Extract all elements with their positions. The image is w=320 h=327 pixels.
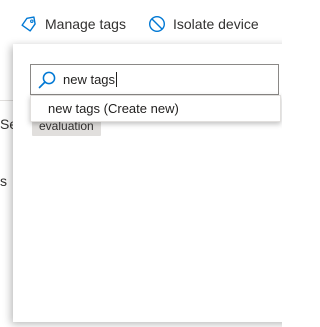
search-icon bbox=[37, 70, 57, 90]
manage-tags-panel: new tags evaluation new tags (Create new… bbox=[13, 44, 282, 322]
tag-search-value: new tags bbox=[63, 72, 116, 87]
tag-icon bbox=[20, 15, 38, 33]
block-icon bbox=[148, 15, 166, 33]
text-cursor bbox=[116, 72, 118, 87]
create-new-tag-option[interactable]: new tags (Create new) bbox=[31, 96, 280, 121]
tag-search-input[interactable]: new tags bbox=[30, 64, 279, 95]
background-text-fragment: s bbox=[0, 173, 7, 189]
background-divider bbox=[0, 100, 14, 101]
manage-tags-label: Manage tags bbox=[45, 16, 126, 32]
tag-suggestions-dropdown: new tags (Create new) bbox=[30, 95, 281, 122]
isolate-device-label: Isolate device bbox=[173, 16, 259, 32]
isolate-device-button[interactable]: Isolate device bbox=[148, 12, 259, 36]
page: Manage tags Isolate device Se s new tags… bbox=[0, 0, 282, 327]
manage-tags-button[interactable]: Manage tags bbox=[20, 12, 126, 36]
